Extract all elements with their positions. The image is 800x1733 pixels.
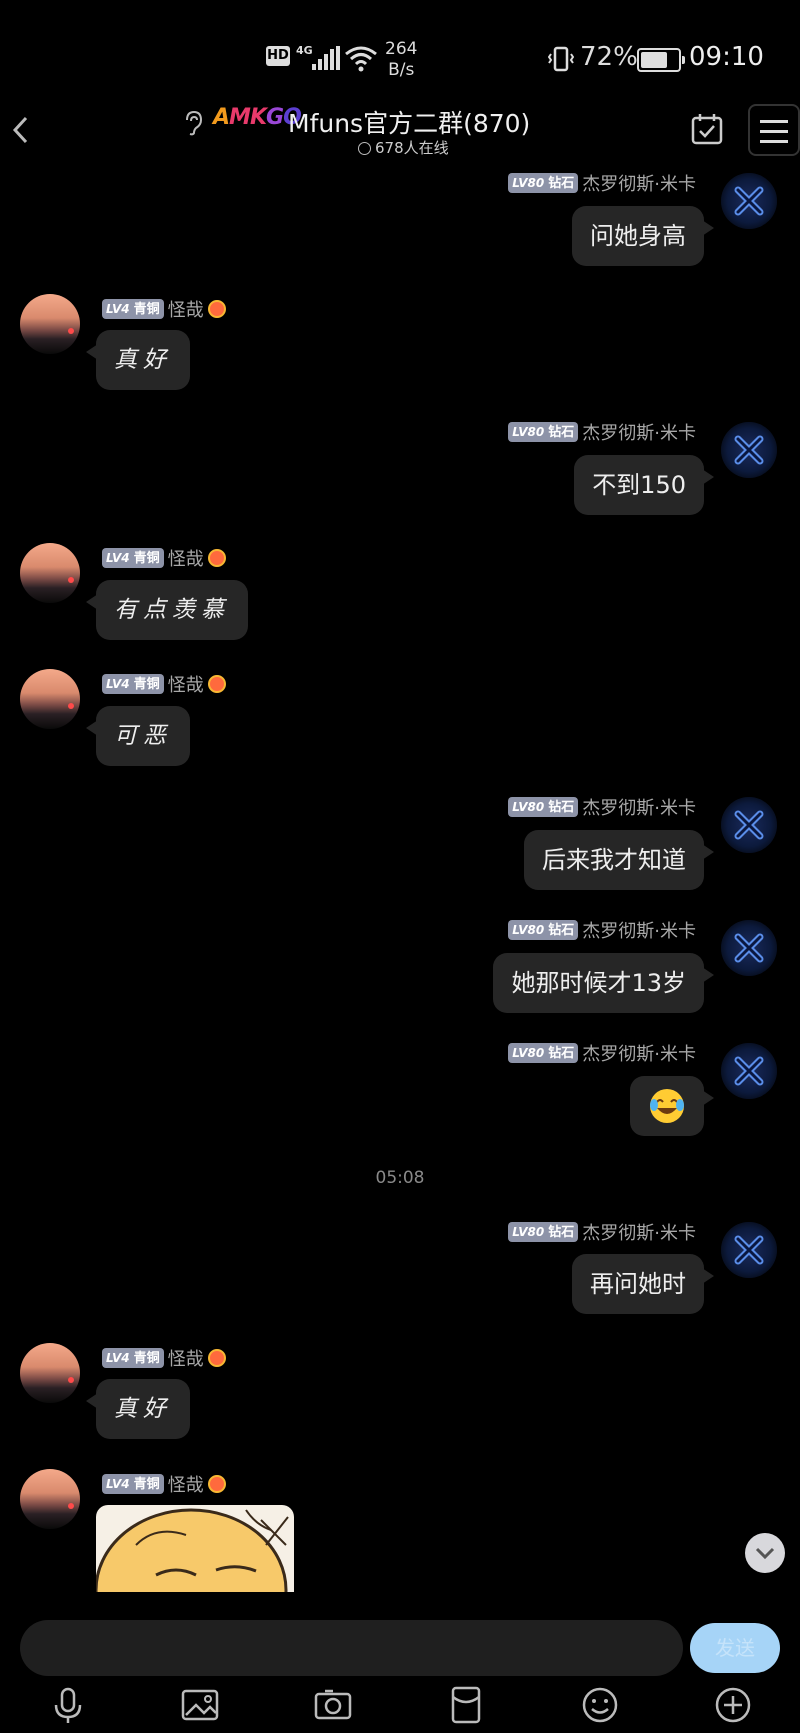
emoji-icon[interactable] — [578, 1683, 622, 1727]
avatar[interactable] — [20, 294, 80, 354]
flower-badge-icon — [207, 1475, 226, 1493]
level-badge: LV80 钻石 — [508, 1043, 579, 1063]
menu-icon[interactable] — [748, 104, 800, 156]
message-bubble[interactable]: 可恶 — [86, 706, 190, 766]
level-badge: LV4 青铜 — [102, 299, 164, 319]
sender-meta: LV80 钻石 杰罗彻斯·米卡 — [508, 917, 696, 942]
clock: 09:10 — [689, 42, 764, 72]
avatar[interactable] — [721, 1222, 777, 1278]
flower-badge-icon — [207, 675, 226, 693]
level-badge: LV4 青铜 — [102, 1474, 164, 1494]
flower-badge-icon — [207, 549, 226, 567]
sender-meta: LV80 钻石 杰罗彻斯·米卡 — [508, 1219, 696, 1244]
level-badge: LV80 钻石 — [508, 173, 579, 193]
sender-meta: LV80 钻石 杰罗彻斯·米卡 — [508, 419, 696, 444]
calendar-checkin-icon[interactable] — [690, 112, 724, 146]
scroll-to-bottom-button[interactable] — [745, 1533, 785, 1573]
back-icon[interactable] — [6, 112, 36, 148]
vibrate-icon — [548, 46, 574, 72]
flower-badge-icon — [207, 1349, 226, 1367]
network-type: 4G — [296, 44, 313, 57]
red-packet-icon[interactable] — [444, 1683, 488, 1727]
wifi-icon — [345, 46, 377, 72]
chevron-down-icon — [755, 1547, 775, 1560]
level-badge: LV4 青铜 — [102, 548, 164, 568]
chat-title[interactable]: Mfuns官方二群(870) — [288, 104, 530, 140]
level-badge: LV4 青铜 — [102, 1348, 164, 1368]
image-message[interactable] — [96, 1505, 294, 1592]
image-icon[interactable] — [178, 1683, 222, 1727]
microphone-icon[interactable] — [46, 1683, 90, 1727]
ear-icon[interactable] — [182, 110, 204, 136]
online-icon — [358, 142, 371, 155]
flower-badge-icon — [207, 300, 226, 318]
avatar[interactable] — [721, 797, 777, 853]
message-bubble[interactable]: 不到150 — [574, 455, 714, 515]
avatar[interactable] — [721, 422, 777, 478]
avatar[interactable] — [20, 543, 80, 603]
level-badge: LV80 钻石 — [508, 422, 579, 442]
net-speed: 264 B/s — [385, 39, 418, 80]
sender-meta: LV80 钻石 杰罗彻斯·米卡 — [508, 170, 696, 195]
battery-icon — [637, 48, 685, 72]
sender-meta: LV4 青铜 怪哉 — [102, 1345, 226, 1370]
sender-meta: LV4 青铜 怪哉 — [102, 671, 226, 696]
send-button[interactable]: 发送 — [690, 1623, 780, 1673]
message-bubble[interactable]: 问她身高 — [572, 206, 714, 266]
timestamp: 05:08 — [375, 1168, 425, 1188]
message-bubble[interactable]: 再问她时 — [572, 1254, 714, 1314]
signal-icon — [312, 46, 340, 70]
level-badge: LV4 青铜 — [102, 674, 164, 694]
avatar[interactable] — [20, 1343, 80, 1403]
battery-percent: 72% — [580, 42, 638, 72]
level-badge: LV80 钻石 — [508, 797, 579, 817]
level-badge: LV80 钻石 — [508, 920, 579, 940]
avatar[interactable] — [20, 1469, 80, 1529]
sender-meta: LV80 钻石 杰罗彻斯·米卡 — [508, 1040, 696, 1065]
plus-icon[interactable] — [711, 1683, 755, 1727]
avatar[interactable] — [721, 1043, 777, 1099]
online-count[interactable]: 678人在线 — [358, 137, 449, 158]
message-input[interactable] — [20, 1620, 683, 1676]
message-bubble[interactable]: 真好 — [86, 330, 190, 390]
sender-meta: LV80 钻石 杰罗彻斯·米卡 — [508, 794, 696, 819]
message-bubble[interactable]: 她那时候才13岁 — [493, 953, 714, 1013]
hd-indicator: HD — [266, 46, 290, 66]
message-bubble[interactable]: 后来我才知道 — [524, 830, 714, 890]
level-badge: LV80 钻石 — [508, 1222, 579, 1242]
message-bubble[interactable] — [630, 1076, 714, 1136]
camera-icon[interactable] — [311, 1683, 355, 1727]
message-bubble[interactable]: 真好 — [86, 1379, 190, 1439]
status-bar: HD 4G 264 B/s 72% 09:10 — [0, 0, 800, 90]
sender-meta: LV4 青铜 怪哉 — [102, 296, 226, 321]
avatar[interactable] — [721, 173, 777, 229]
sender-meta: LV4 青铜 怪哉 — [102, 1471, 226, 1496]
laughing-tears-emoji-icon — [650, 1089, 684, 1123]
avatar[interactable] — [721, 920, 777, 976]
avatar[interactable] — [20, 669, 80, 729]
message-bubble[interactable]: 有点羡慕 — [86, 580, 248, 640]
sender-meta: LV4 青铜 怪哉 — [102, 545, 226, 570]
